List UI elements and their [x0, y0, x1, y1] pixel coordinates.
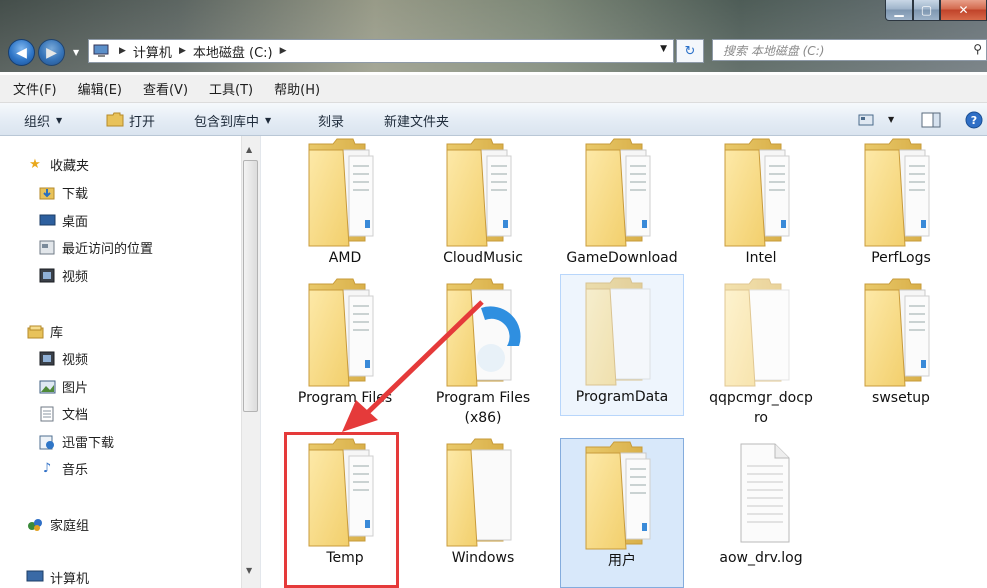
annotation-arrow	[342, 300, 484, 432]
